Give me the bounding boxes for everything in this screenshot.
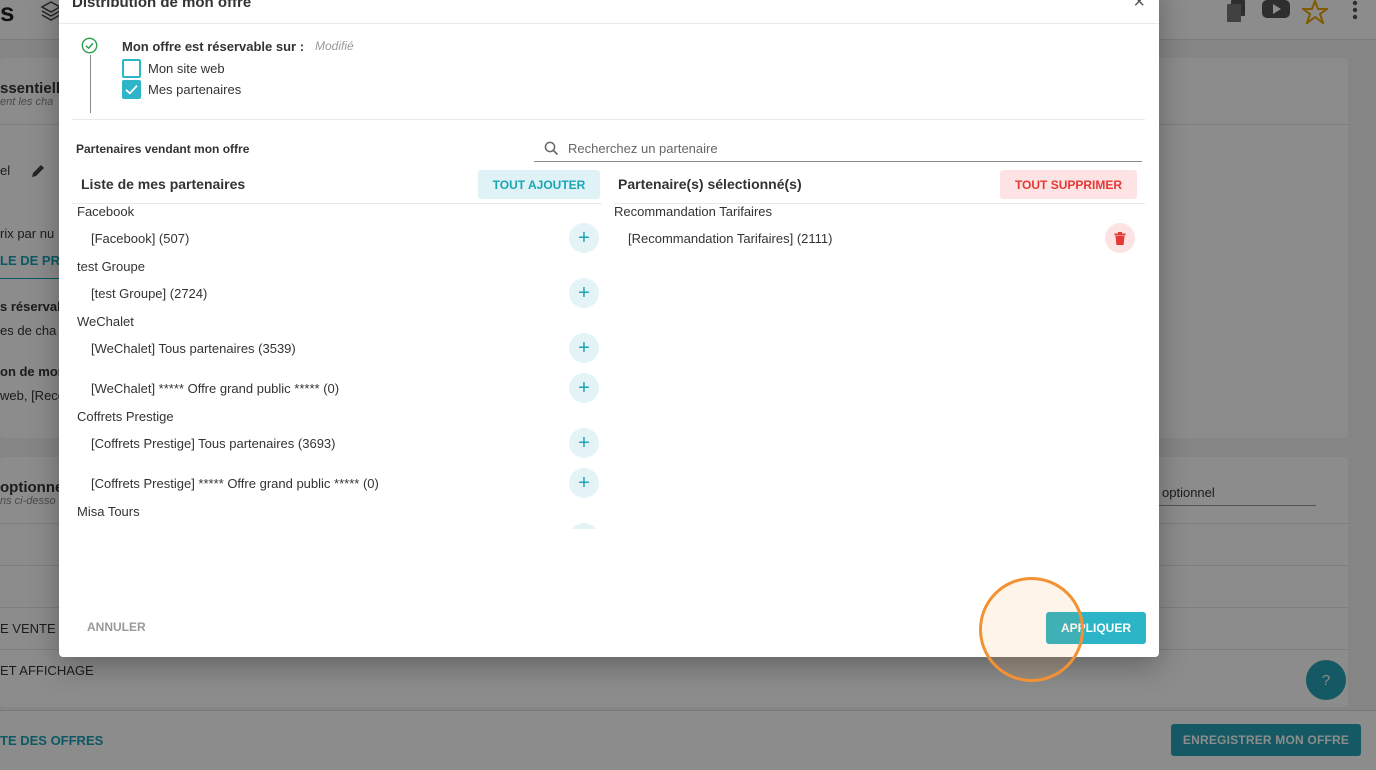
- partner-list[interactable]: Facebook [Facebook] (507) + test Groupe …: [72, 204, 602, 529]
- add-partner-button[interactable]: +: [569, 428, 599, 458]
- partner-item: [Coffrets Prestige] ***** Offre grand pu…: [91, 476, 379, 491]
- partner-item: [WeChalet] Tous partenaires (3539): [91, 341, 296, 356]
- bookable-label: Mon offre est réservable sur :: [122, 39, 305, 54]
- add-partner-button[interactable]: +: [569, 223, 599, 253]
- selected-partner-list[interactable]: Recommandation Tarifaires [Recommandatio…: [614, 204, 1144, 529]
- step-line: [90, 55, 91, 113]
- website-checkbox[interactable]: [122, 59, 141, 78]
- add-partner-button[interactable]: +: [569, 523, 599, 529]
- partner-item: [Coffrets Prestige] Tous partenaires (36…: [91, 436, 336, 451]
- remove-partner-button[interactable]: [1105, 223, 1135, 253]
- partner-group-wechalet: WeChalet: [77, 314, 134, 329]
- apply-button[interactable]: APPLIQUER: [1046, 612, 1146, 644]
- add-partner-button[interactable]: +: [569, 468, 599, 498]
- partner-list-title: Liste de mes partenaires: [81, 176, 246, 192]
- check-circle-icon: [81, 37, 98, 54]
- selected-list-title: Partenaire(s) sélectionné(s): [618, 176, 802, 192]
- partners-checkbox-label[interactable]: Mes partenaires: [148, 82, 241, 97]
- checkmark-icon: [125, 84, 138, 95]
- add-partner-button[interactable]: +: [569, 373, 599, 403]
- delete-all-button[interactable]: TOUT SUPPRIMER: [1000, 170, 1137, 199]
- search-input[interactable]: [568, 139, 1128, 157]
- partner-item: [test Groupe] (2724): [91, 286, 208, 301]
- header-divider: [59, 23, 1159, 24]
- modified-badge: Modifié: [315, 39, 354, 53]
- distribution-modal: Distribution de mon offre × Mon offre es…: [59, 0, 1159, 657]
- website-checkbox-label[interactable]: Mon site web: [148, 61, 225, 76]
- add-partner-button[interactable]: +: [569, 278, 599, 308]
- partner-group-test-groupe: test Groupe: [77, 259, 145, 274]
- partner-group-misa-tours: Misa Tours: [77, 504, 140, 519]
- modal-title: Distribution de mon offre: [72, 0, 252, 11]
- section-divider: [72, 119, 1145, 120]
- partner-item: [WeChalet] ***** Offre grand public ****…: [91, 381, 340, 396]
- search-icon: [544, 141, 559, 156]
- partner-group-facebook: Facebook: [77, 204, 135, 219]
- partner-search[interactable]: [534, 137, 1142, 162]
- trash-icon: [1114, 231, 1126, 245]
- partner-group-coffrets-prestige: Coffrets Prestige: [77, 409, 174, 424]
- selected-partner-item: [Recommandation Tarifaires] (2111): [628, 231, 833, 246]
- partners-section-title: Partenaires vendant mon offre: [76, 142, 250, 156]
- add-all-button[interactable]: TOUT AJOUTER: [478, 170, 600, 199]
- partners-checkbox[interactable]: [122, 80, 141, 99]
- selected-group-recommandation: Recommandation Tarifaires: [614, 204, 772, 219]
- close-icon[interactable]: ×: [1133, 0, 1145, 12]
- cancel-button[interactable]: ANNULER: [87, 620, 146, 634]
- add-partner-button[interactable]: +: [569, 333, 599, 363]
- partner-item: [Facebook] (507): [91, 231, 190, 246]
